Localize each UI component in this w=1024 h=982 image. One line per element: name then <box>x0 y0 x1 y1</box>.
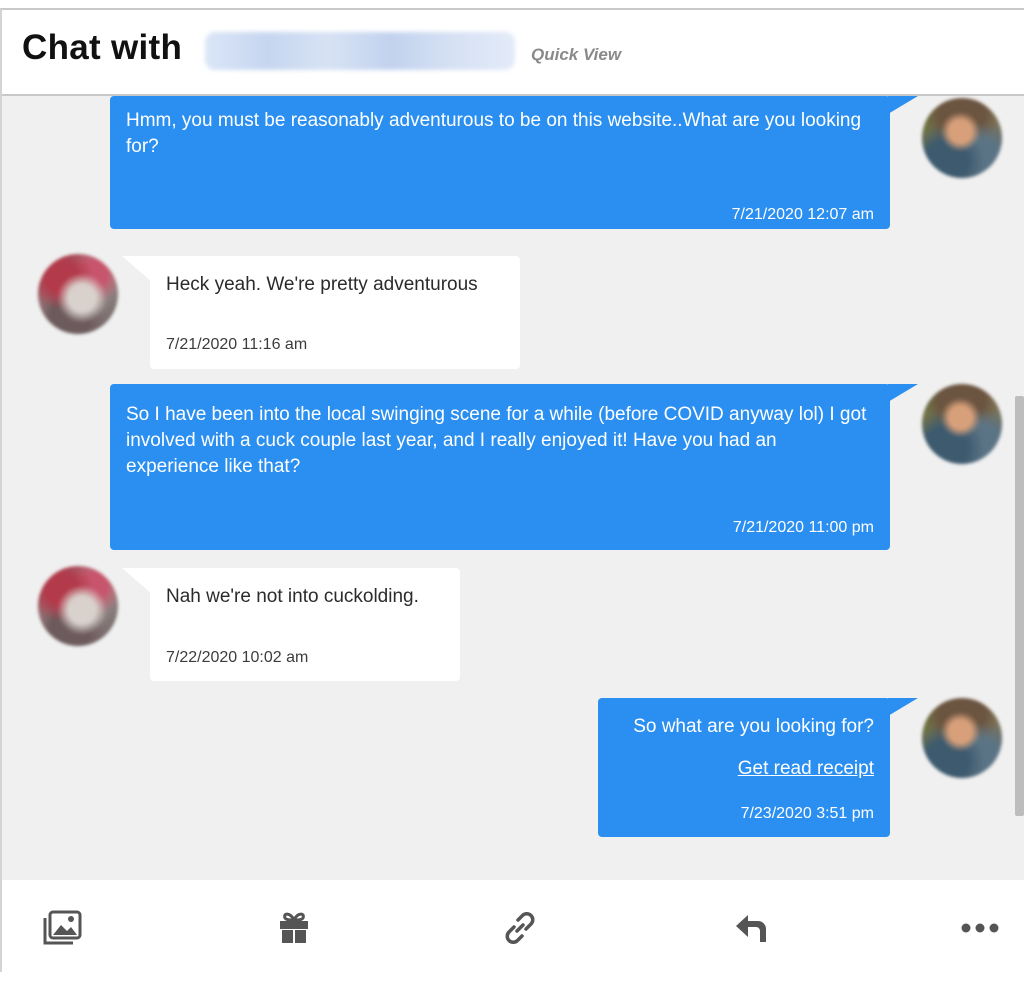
bubble-tail <box>888 384 918 402</box>
message-timestamp: 7/21/2020 11:00 pm <box>732 519 874 536</box>
scrollbar-thumb[interactable] <box>1015 396 1024 816</box>
gift-icon[interactable] <box>272 908 316 948</box>
bubble-tail <box>122 568 152 594</box>
link-icon[interactable] <box>498 908 542 948</box>
message-text: Nah we're not into cuckolding. <box>166 586 419 607</box>
avatar-contact[interactable] <box>38 566 118 646</box>
blurred-username <box>205 32 515 70</box>
bubble-tail <box>122 256 152 282</box>
message-text: Heck yeah. We're pretty adventurous <box>166 274 478 295</box>
message-timestamp: 7/21/2020 11:16 am <box>166 336 308 353</box>
more-options-icon[interactable] <box>958 908 1002 948</box>
bubble-tail <box>888 96 918 114</box>
message-text: So I have been into the local swinging s… <box>126 404 867 477</box>
avatar-self[interactable] <box>922 384 1002 464</box>
chat-title: Chat with <box>22 28 183 67</box>
avatar-self[interactable] <box>922 698 1002 778</box>
chat-window: Chat with Quick View Hmm, you must be re… <box>0 8 1024 972</box>
message-text: So what are you looking for? <box>633 716 874 737</box>
chat-toolbar <box>2 880 1024 972</box>
bubble-tail <box>888 698 918 716</box>
message-timestamp: 7/22/2020 10:02 am <box>166 649 309 666</box>
message-timestamp: 7/23/2020 3:51 pm <box>740 805 874 822</box>
message-text: Hmm, you must be reasonably adventurous … <box>126 110 862 157</box>
avatar-self[interactable] <box>922 98 1002 178</box>
photo-gallery-icon[interactable] <box>40 908 84 948</box>
message-timestamp: 7/21/2020 12:07 am <box>731 206 874 223</box>
message-outgoing: Hmm, you must be reasonably adventurous … <box>110 96 890 229</box>
reply-icon[interactable] <box>730 908 774 948</box>
chat-header: Chat with Quick View <box>2 10 1024 96</box>
quick-view-link[interactable]: Quick View <box>531 45 621 65</box>
message-list: Hmm, you must be reasonably adventurous … <box>2 96 1024 880</box>
read-receipt-link[interactable]: Get read receipt <box>738 756 874 782</box>
message-outgoing: So what are you looking for? Get read re… <box>598 698 890 837</box>
message-incoming: Heck yeah. We're pretty adventurous 7/21… <box>150 256 520 369</box>
avatar-contact[interactable] <box>38 254 118 334</box>
message-outgoing: So I have been into the local swinging s… <box>110 384 890 550</box>
message-incoming: Nah we're not into cuckolding. 7/22/2020… <box>150 568 460 681</box>
